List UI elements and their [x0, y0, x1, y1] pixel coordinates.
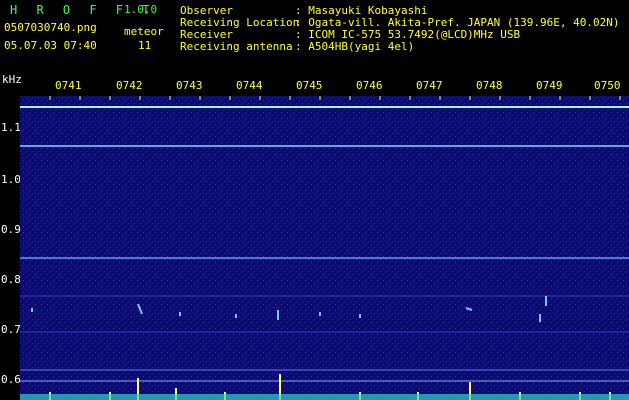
x-tick: 0746 — [356, 79, 383, 92]
x-tick: 0741 — [55, 79, 82, 92]
y-tick: 0.7 — [1, 323, 21, 336]
antenna-label: Receiving antenna — [180, 40, 293, 53]
file-name: 0507030740.png — [4, 21, 97, 34]
noise-floor — [20, 394, 629, 400]
app-version: 1.0.0 — [124, 3, 158, 16]
x-tick: 0745 — [296, 79, 323, 92]
x-tick: 0742 — [116, 79, 143, 92]
y-tick: 1.0 — [1, 173, 21, 186]
x-tick: 0748 — [476, 79, 503, 92]
y-tick: 0.8 — [1, 273, 21, 286]
y-tick: 0.6 — [1, 373, 21, 386]
meteor-count: 11 — [138, 39, 152, 52]
spectrogram-svg — [20, 96, 629, 400]
antenna-value: : A504HB(yagi 4el) — [295, 40, 415, 53]
x-tick: 0743 — [176, 79, 203, 92]
file-datetime: 05.07.03 07:40 — [4, 39, 97, 52]
x-tick: 0750 — [594, 79, 621, 92]
x-tick: 0747 — [416, 79, 443, 92]
x-tick: 0744 — [236, 79, 263, 92]
y-axis-unit: kHz — [2, 73, 22, 86]
y-tick: 1.1 — [1, 121, 21, 134]
x-tick: 0749 — [536, 79, 563, 92]
meteor-label: meteor — [124, 25, 164, 38]
spectrogram — [20, 96, 629, 400]
y-tick: 0.9 — [1, 223, 21, 236]
